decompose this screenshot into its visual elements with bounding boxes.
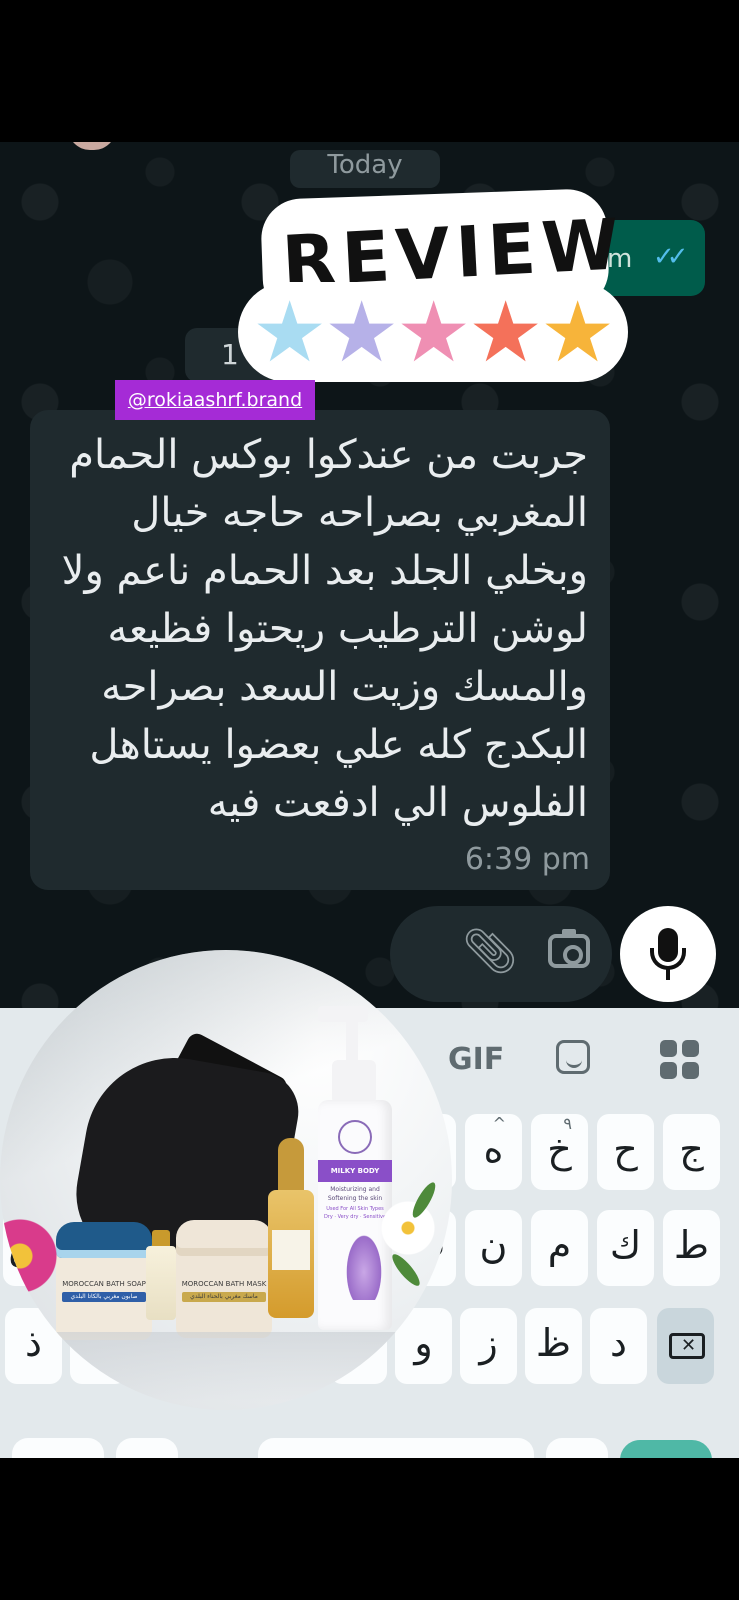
lotion-sub3: Used For All Skin Types (326, 1206, 384, 1212)
review-sticker: REVIEW ★ ★ ★ ★ ★ (238, 186, 628, 386)
key-r3-2[interactable]: ز (460, 1308, 517, 1384)
lotion-sub2: Softening the skin (327, 1195, 383, 1202)
backspace-icon (669, 1333, 705, 1359)
punctuation-key[interactable] (546, 1438, 608, 1458)
star-icon: ★ (396, 283, 472, 381)
key-r2-1[interactable]: ك (597, 1210, 654, 1286)
bath-mask-arabic: ماسك مغربي بالحناء البلدي (190, 1293, 258, 1300)
lotion-neck (332, 1060, 376, 1104)
bath-soap-label: MOROCCAN BATH SOAP (62, 1280, 146, 1288)
key-alt-label: ٩ (563, 1114, 572, 1133)
emoji-key[interactable] (116, 1438, 178, 1458)
key-label: ن (479, 1223, 508, 1267)
key-r2-3[interactable]: ن (465, 1210, 522, 1286)
key-r3-0[interactable]: د (590, 1308, 647, 1384)
apps-grid-icon[interactable] (660, 1040, 700, 1080)
chat-screen: Today m ✓✓ 1 REVIEW ★ ★ ★ ★ ★ جربت من عن… (0, 142, 739, 1458)
backspace-key[interactable] (657, 1308, 714, 1384)
top-letterbox (0, 0, 739, 142)
table-reflection (40, 1332, 400, 1402)
key-label: ج (679, 1127, 704, 1171)
message-line: المغربي بصراحه حاجه خيال (131, 490, 588, 536)
lotion-flower-graphic (344, 1230, 384, 1300)
key-label: ك (609, 1223, 642, 1267)
lotion-pump (318, 1006, 368, 1022)
gif-button[interactable]: GIF (448, 1042, 504, 1077)
bath-mask-lid (176, 1220, 272, 1256)
message-line: الفلوس الي ادفعت فيه (207, 780, 588, 826)
oil-dropper-cap (278, 1138, 304, 1194)
keyboard-key[interactable] (12, 1438, 104, 1458)
key-r1-0[interactable]: ج (663, 1114, 720, 1190)
leaf (388, 1250, 424, 1290)
pink-flower (0, 1218, 58, 1294)
lotion-sub1: Moisturizing and (330, 1186, 380, 1193)
white-flower (380, 1200, 436, 1256)
paperclip-icon[interactable]: 📎︎ (462, 927, 518, 977)
voice-message-button[interactable] (620, 906, 716, 1002)
message-line: البكدج كله علي بعضوا يستاهل (89, 722, 588, 768)
system-chip-label: 1 (221, 338, 239, 371)
bottom-letterbox (0, 1458, 739, 1600)
key-r2-0[interactable]: ط (663, 1210, 720, 1286)
product-photo: MILKY BODY LOTION Moisturizing and Softe… (0, 950, 452, 1410)
date-chip-label: Today (327, 150, 403, 180)
message-line: جربت من عندكوا بوكس الحمام (69, 432, 588, 478)
key-label: د (610, 1321, 627, 1365)
date-chip: Today (290, 150, 440, 188)
brand-logo-icon (338, 1120, 372, 1154)
key-label: و (414, 1321, 433, 1365)
key-label: ح (613, 1127, 638, 1171)
message-line: لوشن الترطيب ريحتوا فظيعه (107, 606, 588, 652)
key-label: ز (479, 1321, 498, 1365)
key-r1-2[interactable]: خ٩ (531, 1114, 588, 1190)
key-r3-1[interactable]: ظ (525, 1308, 582, 1384)
key-label: ظ (535, 1321, 572, 1365)
read-receipt-icon: ✓✓ (653, 242, 688, 272)
avatar[interactable] (68, 142, 116, 150)
space-key[interactable] (258, 1438, 534, 1458)
lotion-sub4: Dry · Very dry · Sensitive (323, 1214, 387, 1220)
lotion-pump-stem (346, 1020, 358, 1064)
bath-soap-arabic: صابون مغربي بالكاتا البلدي (70, 1293, 138, 1300)
key-alt-label: ^ (492, 1114, 506, 1133)
star-icon: ★ (540, 283, 616, 381)
star-icon: ★ (324, 283, 400, 381)
bath-mask-label: MOROCCAN BATH MASK (181, 1280, 267, 1288)
enter-key[interactable] (620, 1440, 712, 1458)
key-r1-1[interactable]: ح (597, 1114, 654, 1190)
star-icon: ★ (468, 283, 544, 381)
microphone-stand (650, 948, 686, 970)
brand-handle-tag[interactable]: @rokiaashrf.brand (115, 380, 315, 420)
bath-soap-lid (56, 1222, 152, 1258)
camera-icon[interactable] (548, 929, 590, 968)
key-label: ط (673, 1223, 710, 1267)
key-r1-3[interactable]: ه ^ (465, 1114, 522, 1190)
message-line: وبخلي الجلد بعد الحمام ناعم ولا (61, 548, 588, 594)
musk-vial (146, 1246, 176, 1320)
microphone-foot (666, 968, 670, 980)
oil-dropper-label (272, 1230, 310, 1270)
message-line: والمسك وزيت السعد بصراحه (101, 664, 588, 710)
star-icon: ★ (252, 283, 328, 381)
message-time: 6:39 pm (464, 842, 590, 877)
key-label: م (547, 1223, 572, 1267)
received-message-bubble[interactable]: جربت من عندكوا بوكس الحمام المغربي بصراح… (30, 410, 610, 890)
sticker-icon[interactable] (556, 1040, 590, 1074)
lotion-label: MILKY BODY LOTION (318, 1160, 392, 1197)
key-r2-2[interactable]: م (531, 1210, 588, 1286)
